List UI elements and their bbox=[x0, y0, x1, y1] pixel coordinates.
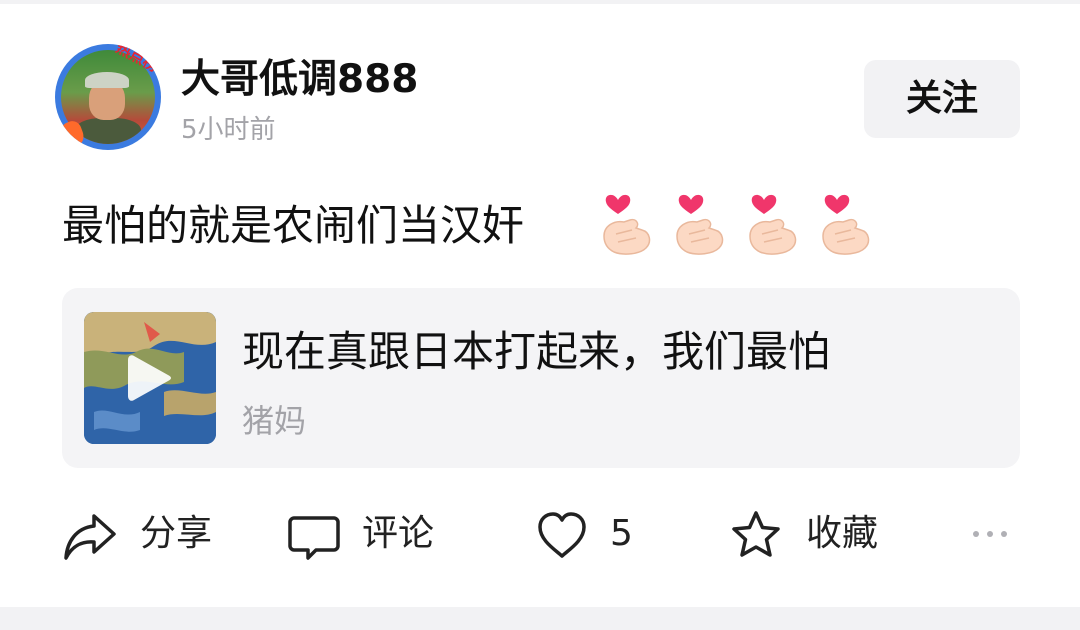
post-text: 最怕的就是农闹们当汉奸 bbox=[62, 201, 525, 250]
heart-finger-icon bbox=[822, 194, 870, 255]
heart-finger-icon bbox=[749, 194, 797, 255]
favorite-label: 收藏 bbox=[806, 513, 879, 554]
share-button[interactable]: 分享 bbox=[62, 502, 222, 568]
post-card: 热点榜 大哥低调888 5小时前 关注 最怕的就是农闹们当汉奸 现在真跟日本打起… bbox=[0, 4, 1080, 607]
heart-icon bbox=[538, 512, 586, 558]
share-icon bbox=[64, 514, 116, 560]
avatar-shirt bbox=[75, 118, 141, 144]
avatar-cap bbox=[85, 72, 129, 88]
video-thumbnail bbox=[84, 312, 216, 444]
heart-finger-icon bbox=[676, 194, 724, 255]
post-time: 5小时前 bbox=[181, 115, 276, 145]
star-icon bbox=[732, 511, 780, 557]
linked-video-card[interactable]: 现在真跟日本打起来，我们最怕 猪妈 bbox=[62, 288, 1020, 468]
comment-label: 评论 bbox=[362, 513, 435, 554]
like-button[interactable]: 5 bbox=[534, 502, 644, 568]
play-icon bbox=[128, 355, 171, 401]
author-name[interactable]: 大哥低调888 bbox=[181, 56, 418, 104]
favorite-button[interactable]: 收藏 bbox=[728, 502, 888, 568]
linked-video-title: 现在真跟日本打起来，我们最怕 bbox=[242, 327, 831, 376]
avatar[interactable]: 热点榜 bbox=[55, 44, 161, 150]
follow-button[interactable]: 关注 bbox=[864, 60, 1020, 138]
heart-finger-icon bbox=[603, 194, 651, 255]
share-label: 分享 bbox=[140, 513, 213, 554]
linked-video-source: 猪妈 bbox=[242, 402, 307, 440]
emoji-row bbox=[596, 190, 886, 260]
more-dots-icon[interactable] bbox=[970, 524, 1010, 544]
comment-button[interactable]: 评论 bbox=[286, 502, 446, 568]
comment-icon bbox=[288, 516, 340, 560]
like-count: 5 bbox=[610, 513, 633, 554]
